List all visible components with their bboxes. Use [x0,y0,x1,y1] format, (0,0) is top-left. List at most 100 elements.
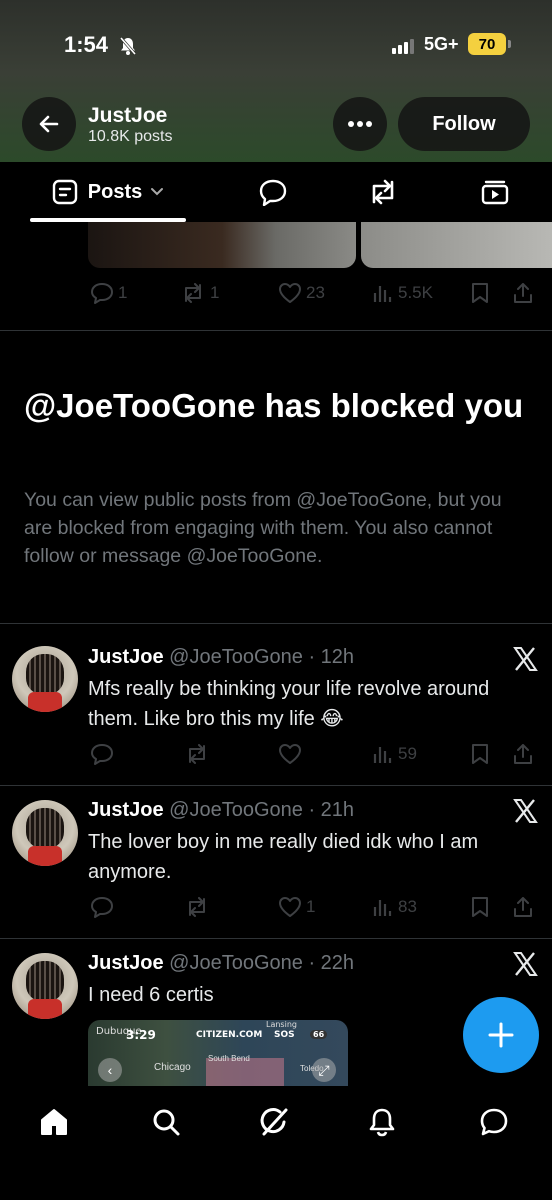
post-author-name[interactable]: JustJoe [88,799,164,821]
share-button[interactable] [512,892,534,922]
post-header: JustJoe @JoeTooGone · 21h [88,799,354,822]
post-author-handle: @JoeTooGone [169,799,303,821]
avatar[interactable] [12,646,78,712]
post-header: JustJoe @JoeTooGone · 22h [88,952,354,975]
share-button[interactable] [512,278,534,308]
like-count: 23 [306,283,325,302]
post-image[interactable] [88,222,356,268]
battery-icon: 70 [468,33,506,55]
media-expand-button[interactable]: ⤢ [312,1058,336,1082]
reply-icon [91,744,113,765]
reply-icon [91,897,113,918]
repost-button[interactable] [184,892,214,922]
divider [0,623,552,624]
like-count: 1 [306,897,316,916]
post-author-name[interactable]: JustJoe [88,952,164,974]
post-text: Mfs really be thinking your life revolve… [88,678,490,730]
media-badge: 66 [310,1030,328,1039]
repost-button[interactable] [184,739,214,769]
nav-search[interactable] [146,1102,186,1142]
reply-count: 1 [118,283,128,302]
media-prev-button[interactable]: ‹ [98,1058,122,1082]
x-logo-icon [513,647,538,671]
search-icon [153,1109,180,1136]
battery-tip [508,40,511,48]
bookmark-button[interactable] [470,278,490,308]
views-button[interactable]: 5.5K [372,278,433,308]
bar-chart-icon [373,747,392,763]
blocked-title: @JoeTooGone has blocked you [24,387,524,424]
repost-icon [189,897,205,917]
post-separator: · [302,799,321,821]
network-type: 5G+ [424,34,459,54]
view-count: 59 [398,744,417,763]
media-city-lansing: Lansing [266,1020,297,1029]
views-button[interactable]: 83 [372,892,417,922]
post-time: 21h [320,799,355,821]
reply-button[interactable] [90,892,118,922]
back-button[interactable] [22,97,76,151]
home-icon [41,1109,67,1135]
views-button[interactable]: 59 [372,739,417,769]
post-image[interactable] [361,222,552,268]
bookmark-icon [472,283,488,303]
post-time: 22h [320,952,355,974]
like-button[interactable] [278,739,306,769]
repost-button[interactable]: 1 [180,278,219,308]
bell-muted-icon [118,36,138,61]
cellular-signal-icon [392,38,414,54]
like-button[interactable]: 23 [278,278,325,308]
reply-button[interactable]: 1 [90,278,127,308]
profile-tabs: Posts [0,162,552,222]
avatar[interactable] [12,800,78,866]
repost-icon [372,179,394,205]
status-time: 1:54 [64,32,109,57]
status-bar: 1:54 5G+ 70 [0,28,552,64]
tab-posts[interactable]: Posts [30,162,186,222]
tab-reposts[interactable] [358,162,408,222]
media-city-chicago: Chicago [154,1062,191,1073]
repost-icon [185,283,201,303]
nav-home[interactable] [34,1102,74,1142]
divider [0,330,552,331]
tab-replies[interactable] [248,162,298,222]
divider [0,785,552,786]
bookmark-button[interactable] [470,739,490,769]
follow-button[interactable]: Follow [398,97,530,151]
more-options-button[interactable] [333,97,387,151]
bookmark-button[interactable] [470,892,490,922]
post-author-handle: @JoeTooGone [169,646,303,668]
bottom-navigation [0,1086,552,1200]
share-icon [514,744,532,764]
nav-grok[interactable] [254,1102,294,1142]
nav-notifications[interactable] [362,1102,402,1142]
bar-chart-icon [373,900,392,916]
blocked-description: You can view public posts from @JoeTooGo… [24,489,502,567]
media-clock: 3:29 [126,1028,156,1042]
post-author-name[interactable]: JustJoe [88,646,164,668]
media-brand: CITIZEN.COM [196,1030,263,1040]
heart-icon [279,744,301,764]
heart-icon [279,897,301,917]
post-media-screenshot[interactable]: Dubuque 3:29 CITIZEN.COM SOS 66 Lansing … [88,1020,348,1086]
post-separator: · [302,952,321,974]
video-icon [481,180,509,205]
post-action-row: 1 83 [88,892,540,922]
post-separator: · [302,646,321,668]
bookmark-icon [472,744,488,764]
nav-messages[interactable] [474,1102,514,1142]
profile-post-count: 10.8K posts [88,128,173,145]
post-time: 12h [320,646,355,668]
share-button[interactable] [512,739,534,769]
profile-name: JustJoe [88,104,168,127]
tab-video[interactable] [470,162,520,222]
chevron-down-icon [151,188,164,196]
arrow-left-icon [39,115,59,133]
more-dots-icon [348,121,372,127]
reply-icon [91,283,113,304]
avatar[interactable] [12,953,78,1019]
reply-button[interactable] [90,739,118,769]
compose-post-button[interactable] [463,997,539,1073]
repost-count: 1 [210,283,220,302]
like-button[interactable]: 1 [278,892,315,922]
